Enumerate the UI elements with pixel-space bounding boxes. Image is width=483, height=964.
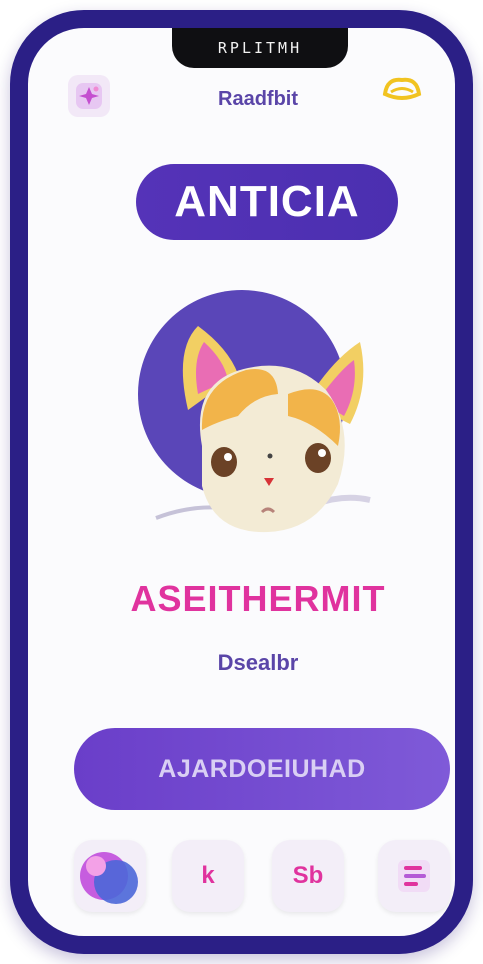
phone-frame: RPLITMH Raadfbit ANTICIA ASEITHERMIT Dse…: [10, 10, 473, 954]
blob-icon: [80, 852, 138, 904]
sparkle-icon[interactable]: [68, 75, 110, 117]
pet-avatar: [118, 290, 398, 540]
bottom-tab-bar: k Sb: [74, 840, 450, 924]
sparkle-icon-graphic: [76, 83, 102, 109]
primary-action-button[interactable]: AJARDOEIUHAD: [74, 728, 450, 810]
brand-title: ANTICIA: [136, 164, 398, 240]
status-notch: RPLITMH: [172, 28, 348, 68]
pet-subtitle: Dsealbr: [217, 650, 299, 675]
tab-chat[interactable]: Sb: [272, 840, 344, 912]
list-icon: [398, 860, 430, 892]
tab-k[interactable]: k: [172, 840, 244, 912]
status-text: RPLITMH: [217, 39, 303, 57]
header-title: Raadfbit: [218, 88, 298, 110]
pet-name: ASEITHERMIT: [130, 578, 386, 619]
tab-k-label: k: [201, 862, 215, 889]
tab-menu[interactable]: [378, 840, 450, 912]
tab-chat-label: Sb: [292, 862, 324, 889]
cat-face-icon: [138, 290, 371, 533]
crown-icon-graphic: [382, 77, 422, 100]
tab-home[interactable]: [74, 840, 146, 912]
crown-icon[interactable]: [381, 72, 423, 104]
